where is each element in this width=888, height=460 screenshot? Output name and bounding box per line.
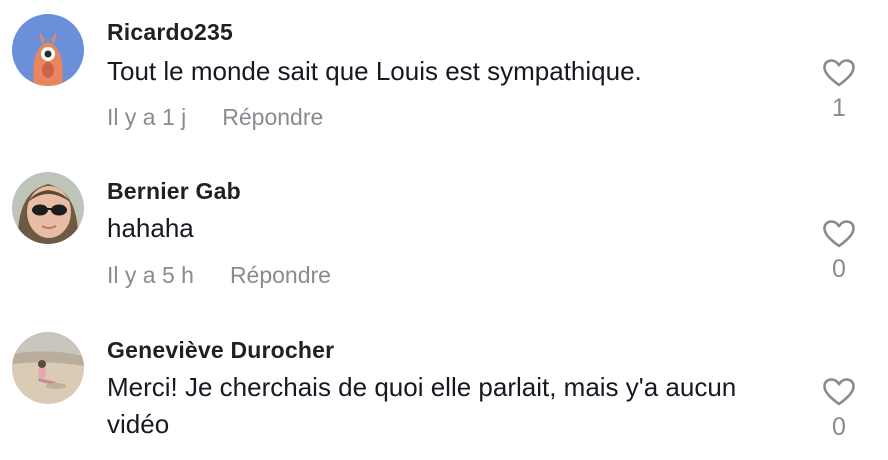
heart-outline-icon[interactable] — [822, 377, 856, 407]
beach-photo-avatar-icon — [12, 332, 84, 404]
avatar[interactable] — [12, 14, 84, 86]
comment-item: Ricardo235 Tout le monde sait que Louis … — [0, 0, 888, 150]
comment-text: hahaha — [107, 213, 194, 243]
comment-username[interactable]: Geneviève Durocher — [107, 337, 334, 364]
like-count: 0 — [832, 413, 846, 441]
comment-text: Merci! Je cherchais de quoi elle parlait… — [107, 372, 737, 439]
comment-item: Geneviève Durocher Merci! Je cherchais d… — [0, 310, 888, 460]
avatar[interactable] — [12, 172, 84, 244]
avatar[interactable] — [12, 332, 84, 404]
like-count: 0 — [832, 255, 846, 283]
person-sunglasses-avatar-icon — [12, 172, 84, 244]
like-control: 1 — [812, 58, 866, 123]
reply-button[interactable]: Répondre — [222, 104, 323, 131]
heart-outline-icon[interactable] — [822, 58, 856, 88]
like-count: 1 — [832, 94, 846, 122]
reply-button[interactable]: Répondre — [230, 262, 331, 289]
comment-username[interactable]: Ricardo235 — [107, 19, 233, 46]
comment-text: Tout le monde sait que Louis est sympath… — [107, 56, 642, 86]
comment-meta: Il y a 1 j Répondre — [107, 104, 323, 131]
like-control: 0 — [812, 377, 866, 442]
comment-meta: Il y a 5 h Répondre — [107, 262, 331, 289]
comment-item: Bernier Gab hahaha Il y a 5 h Répondre 0 — [0, 150, 888, 310]
comment-username[interactable]: Bernier Gab — [107, 178, 241, 205]
comment-timestamp: Il y a 5 h — [107, 262, 194, 288]
comment-timestamp: Il y a 1 j — [107, 104, 187, 130]
heart-outline-icon[interactable] — [822, 219, 856, 249]
like-control: 0 — [812, 219, 866, 284]
orange-monster-avatar-icon — [12, 14, 84, 86]
